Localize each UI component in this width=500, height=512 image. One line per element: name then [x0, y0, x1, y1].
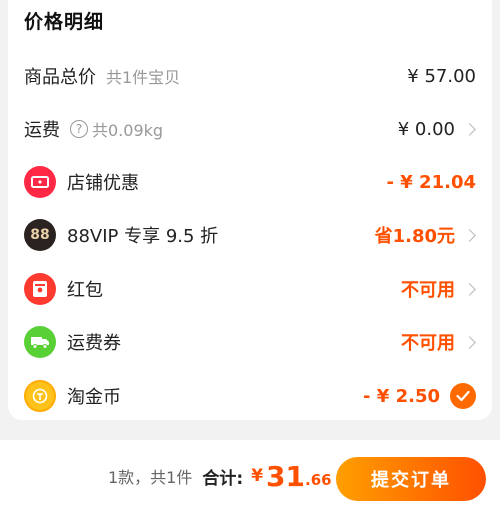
taojinbi-row[interactable]: 淘金币 - ¥ 2.50 — [8, 376, 492, 416]
submit-order-button[interactable]: 提交订单 — [336, 457, 486, 501]
red-packet-label: 红包 — [67, 280, 103, 301]
truck-icon — [24, 326, 56, 358]
chevron-right-icon — [463, 335, 476, 349]
shipping-weight: 共0.09kg — [92, 121, 164, 140]
shipping-coupon-value: 不可用 — [401, 333, 455, 354]
store-discount-value: - ¥ 21.04 — [386, 171, 476, 193]
coupon-icon — [24, 166, 56, 198]
shipping-row[interactable]: 运费 ? 共0.09kg ¥ 0.00 — [8, 109, 492, 149]
shipping-value: ¥ 0.00 — [397, 118, 455, 140]
taojinbi-label: 淘金币 — [67, 387, 121, 408]
gold-coin-icon — [24, 380, 56, 412]
page-title: 价格明细 — [24, 11, 105, 33]
total-label: 合计: — [202, 468, 244, 489]
chevron-right-icon — [463, 122, 476, 136]
chevron-right-icon — [463, 228, 476, 242]
red-packet-row[interactable]: 红包 不可用 — [8, 269, 492, 309]
shipping-coupon-row[interactable]: 运费券 不可用 — [8, 322, 492, 362]
red-packet-icon — [24, 273, 56, 305]
vip-discount-label: 88VIP 专享 9.5 折 — [67, 226, 219, 247]
taojinbi-value: - ¥ 2.50 — [363, 385, 440, 407]
vip-icon-text: 88 — [30, 227, 50, 243]
goods-count: 共1件宝贝 — [106, 68, 181, 87]
red-packet-value: 不可用 — [401, 280, 455, 301]
goods-total-label: 商品总价 — [24, 67, 96, 88]
store-discount-row[interactable]: 店铺优惠 - ¥ 21.04 — [8, 162, 492, 202]
price-detail-card: 价格明细 商品总价 共1件宝贝 ¥ 57.00 运费 ? 共0.09kg ¥ 0… — [8, 0, 492, 420]
total-amount-integer: 31 — [266, 459, 305, 493]
goods-total-row: 商品总价 共1件宝贝 ¥ 57.00 — [8, 56, 492, 96]
bottom-bar: 1款，共1件 合计: ¥ 31 .66 提交订单 — [0, 440, 500, 512]
total-amount-decimal: .66 — [305, 471, 332, 489]
item-count: 1款，共1件 — [108, 468, 193, 487]
order-summary: 1款，共1件 合计: ¥ 31 .66 — [108, 428, 332, 512]
currency-symbol: ¥ — [251, 466, 264, 486]
shipping-coupon-label: 运费券 — [67, 333, 121, 354]
store-discount-label: 店铺优惠 — [67, 173, 139, 194]
check-icon[interactable] — [450, 383, 476, 409]
vip-88-icon: 88 — [24, 219, 56, 251]
chevron-right-icon — [463, 282, 476, 296]
goods-total-value: ¥ 57.00 — [407, 65, 476, 87]
shipping-label: 运费 — [24, 120, 60, 141]
vip-discount-row[interactable]: 88 88VIP 专享 9.5 折 省1.80元 — [8, 215, 492, 255]
vip-discount-value: 省1.80元 — [374, 226, 455, 247]
help-icon[interactable]: ? — [70, 120, 88, 138]
